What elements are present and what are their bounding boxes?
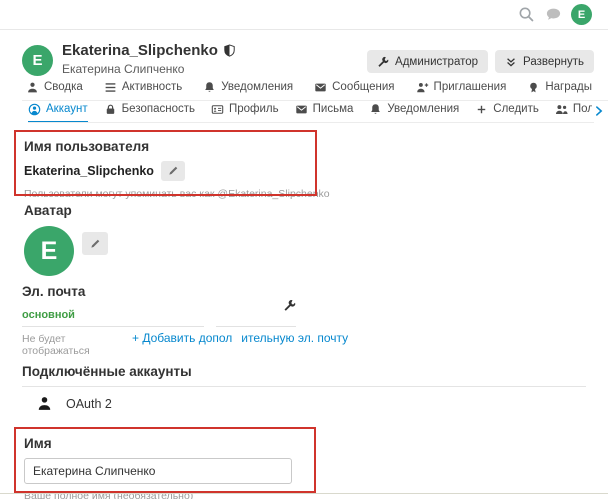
email-visibility-note: Не будет отображаться [22, 333, 132, 357]
sub-tab-notifications[interactable]: Уведомления [369, 102, 459, 123]
main-tabs: Сводка Активность Уведомления Сообщения … [22, 80, 608, 101]
sub-tab-users[interactable]: Пользователи [555, 102, 594, 123]
sub-tab-tracking[interactable]: Следить [475, 102, 539, 123]
sub-tab-profile-label: Профиль [229, 103, 279, 115]
plus-icon [475, 103, 488, 116]
connected-accounts-heading: Подключённые аккаунты [22, 364, 586, 379]
tab-activity[interactable]: Активность [100, 80, 186, 101]
tab-badges-label-invites: Приглашения [434, 81, 507, 93]
profile-avatar: E [22, 45, 53, 76]
sub-tab-users-label: Пользователи [573, 103, 594, 115]
admin-button[interactable]: Администратор [367, 50, 488, 73]
tab-notifications[interactable]: Уведомления [199, 80, 297, 101]
tab-messages-label: Сообщения [332, 81, 394, 93]
admin-shield-icon [223, 44, 236, 57]
sub-tab-tracking-label: Следить [493, 103, 539, 115]
current-user-avatar[interactable]: E [571, 4, 592, 25]
tab-summary-label: Сводка [44, 81, 83, 93]
connected-accounts-section: Подключённые аккаунты OAuth 2 [22, 364, 586, 412]
name-heading: Имя [24, 436, 292, 451]
avatar-row: E [24, 226, 108, 276]
expand-button-label: Развернуть [523, 56, 584, 68]
profile-names: Ekaterina_Slipchenko Екатерина Слипченко [62, 42, 367, 76]
edit-avatar-button[interactable] [82, 232, 108, 255]
add-email-link-part1: + Добавить допол [132, 331, 232, 345]
user-circle-icon [28, 103, 41, 116]
admin-button-label: Администратор [395, 56, 478, 68]
users-icon [555, 103, 568, 116]
bell-icon [203, 81, 216, 94]
tab-messages[interactable]: Сообщения [310, 80, 398, 101]
search-icon[interactable] [517, 6, 535, 24]
preferences-sub-tabs: Аккаунт Безопасность Профиль Письма Увед… [28, 102, 594, 123]
expand-button[interactable]: Развернуть [495, 50, 594, 73]
username-heading: Имя пользователя [24, 139, 330, 154]
header-buttons: Администратор Развернуть [367, 50, 594, 73]
profile-fullname: Екатерина Слипченко [62, 62, 367, 76]
username-value: Ekaterina_Slipchenko [24, 164, 154, 178]
envelope-icon [314, 81, 327, 94]
profile-username-text: Ekaterina_Slipchenko [62, 42, 218, 59]
bell-icon [369, 103, 382, 116]
email-admin-wrench-icon[interactable] [283, 299, 296, 312]
email-heading: Эл. почта [22, 284, 296, 299]
tab-invites[interactable]: Приглашения [412, 80, 511, 101]
tab-summary[interactable]: Сводка [22, 80, 87, 101]
avatar-heading: Аватар [24, 203, 108, 218]
user-icon [26, 81, 39, 94]
envelope-icon [295, 103, 308, 116]
avatar-section: Аватар E [24, 203, 108, 276]
pencil-icon [89, 238, 101, 250]
award-icon [527, 81, 540, 94]
user-plus-icon [416, 81, 429, 94]
preferences-page: E E Ekaterina_Slipchenko Екатерина Слипч… [0, 0, 608, 499]
profile-header: E Ekaterina_Slipchenko Екатерина Слипчен… [22, 42, 594, 76]
lock-icon [104, 103, 117, 116]
name-hint: Ваше полное имя (необязательно) [24, 490, 292, 499]
wrench-icon [377, 56, 389, 68]
sub-tab-account-label: Аккаунт [46, 103, 88, 115]
tab-notifications-label: Уведомления [221, 81, 293, 93]
email-meta-row: Не будет отображаться + Добавить допол и… [22, 331, 296, 357]
sub-tab-emails-label: Письма [313, 103, 354, 115]
connected-accounts-divider [22, 386, 586, 387]
chat-icon[interactable] [544, 6, 562, 24]
tab-badges-label: Награды [545, 81, 592, 93]
add-email-link-part2: ительную эл. почту [241, 331, 348, 345]
email-section: Эл. почта основной Не будет отображаться… [22, 284, 296, 357]
name-section: Имя Ваше полное имя (необязательно) [24, 436, 292, 499]
double-chevron-down-icon [505, 56, 517, 68]
tab-badges[interactable]: Награды [523, 80, 596, 101]
top-bar: E [0, 0, 608, 30]
add-email-link[interactable]: + Добавить допол ительную эл. почту [132, 331, 348, 345]
sub-tab-emails[interactable]: Письма [295, 102, 354, 123]
email-divider [22, 321, 296, 327]
sub-tab-account[interactable]: Аккаунт [28, 102, 88, 123]
id-card-icon [211, 103, 224, 116]
edit-username-button[interactable] [161, 161, 185, 181]
username-hint: Пользователи могут упоминать вас как @Ek… [24, 188, 330, 200]
oauth-provider-label: OAuth 2 [66, 397, 112, 411]
sub-tab-security-label: Безопасность [122, 103, 195, 115]
chevron-right-icon [592, 104, 606, 118]
username-section: Имя пользователя Ekaterina_Slipchenko По… [24, 139, 330, 200]
sub-tabs-scroll-right[interactable] [592, 104, 606, 118]
full-name-input[interactable] [24, 458, 292, 484]
profile-username: Ekaterina_Slipchenko [62, 42, 367, 59]
user-avatar-large: E [24, 226, 74, 276]
person-icon [36, 395, 53, 412]
connected-account-row: OAuth 2 [22, 395, 586, 412]
tab-activity-label: Активность [122, 81, 182, 93]
page-bottom-divider [0, 493, 608, 494]
username-value-row: Ekaterina_Slipchenko [24, 161, 330, 181]
sub-tab-security[interactable]: Безопасность [104, 102, 195, 123]
sub-tab-profile[interactable]: Профиль [211, 102, 279, 123]
activity-stream-icon [104, 81, 117, 94]
sub-tab-notifications-label: Уведомления [387, 103, 459, 115]
email-primary-badge: основной [22, 309, 296, 321]
pencil-icon [167, 165, 179, 177]
